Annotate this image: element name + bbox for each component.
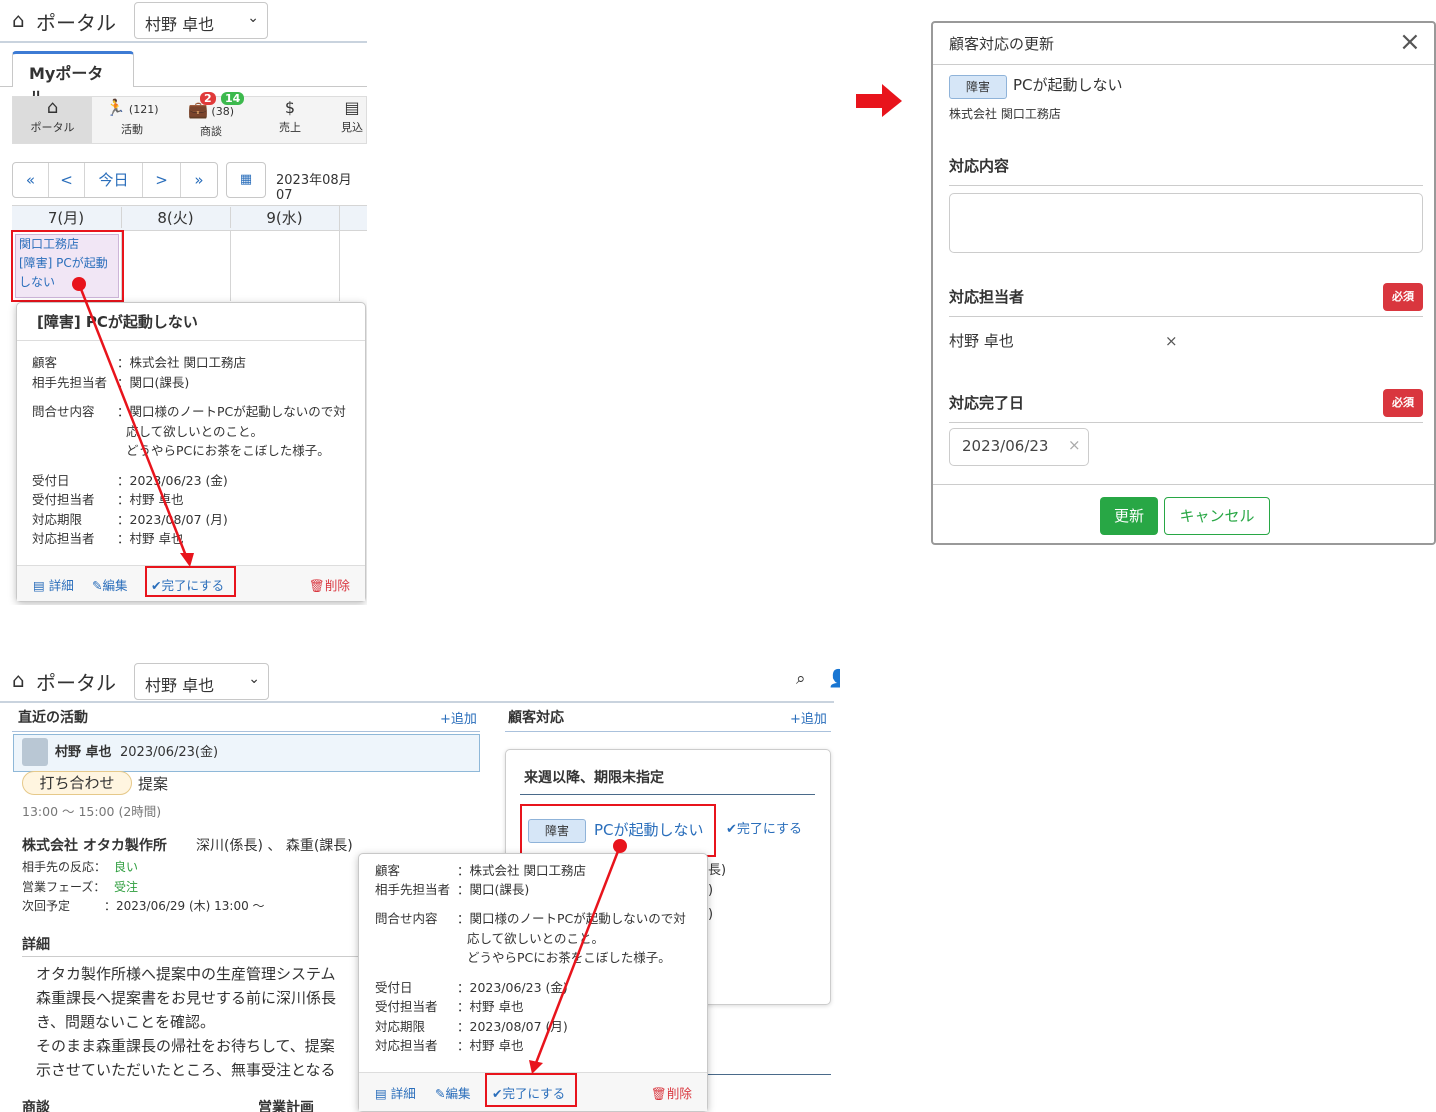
- annotation-arrow-bottom: [529, 845, 622, 1074]
- annotation-dot: [613, 839, 627, 853]
